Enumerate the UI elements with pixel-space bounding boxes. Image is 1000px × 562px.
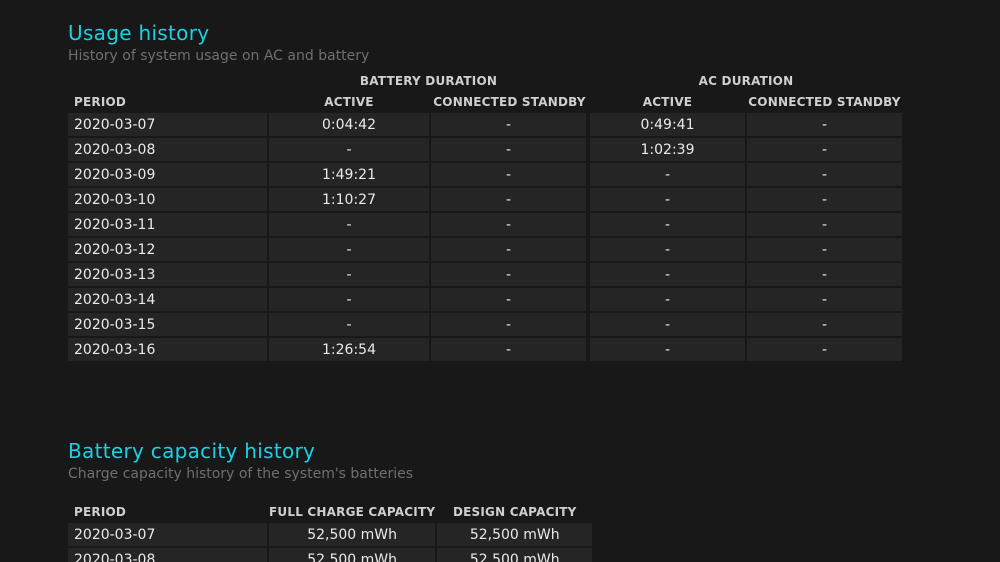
table-row: 2020-03-08 52,500 mWh 52,500 mWh [68, 548, 593, 562]
battery-capacity-history-section: Battery capacity history Charge capacity… [68, 0, 968, 562]
cell-design-capacity: 52,500 mWh [437, 548, 593, 562]
column-header-design-capacity: DESIGN CAPACITY [452, 504, 577, 519]
cell-full-charge-capacity: 52,500 mWh [269, 548, 436, 562]
column-header-period: PERIOD [74, 504, 127, 519]
cell-period: 2020-03-08 [68, 548, 267, 562]
column-header-full-charge-capacity: FULL CHARGE CAPACITY [269, 504, 436, 519]
battery-capacity-history-title: Battery capacity history [68, 439, 316, 463]
capacity-column-header-row: PERIOD FULL CHARGE CAPACITY DESIGN CAPAC… [68, 502, 592, 521]
cell-full-charge-capacity: 52,500 mWh [269, 523, 436, 546]
cell-design-capacity: 52,500 mWh [437, 523, 593, 546]
battery-capacity-history-subtitle: Charge capacity history of the system's … [68, 466, 414, 482]
cell-period: 2020-03-07 [68, 523, 267, 546]
battery-capacity-table: PERIOD FULL CHARGE CAPACITY DESIGN CAPAC… [66, 500, 594, 562]
table-row: 2020-03-07 52,500 mWh 52,500 mWh [68, 523, 593, 546]
battery-report-page: Usage history History of system usage on… [0, 0, 1000, 562]
